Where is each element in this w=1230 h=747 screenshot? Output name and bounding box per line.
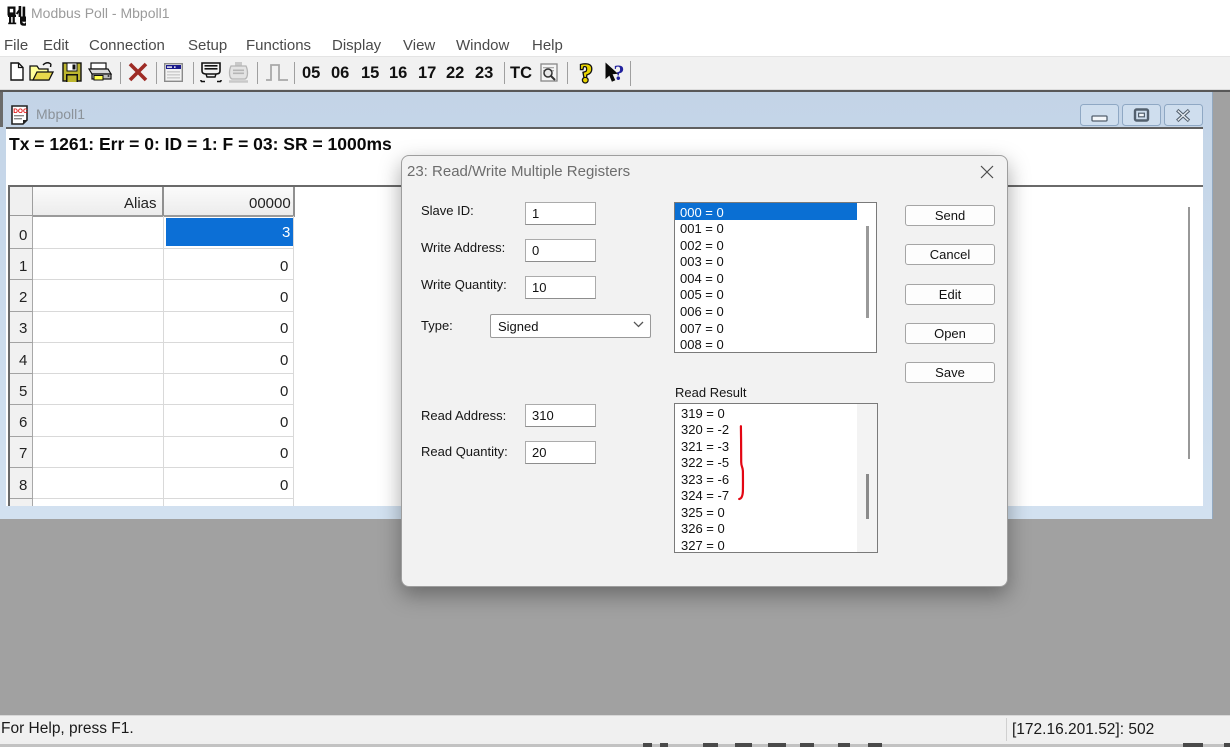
svg-text:DOC: DOC (13, 108, 28, 115)
svg-text:?: ? (580, 60, 593, 87)
